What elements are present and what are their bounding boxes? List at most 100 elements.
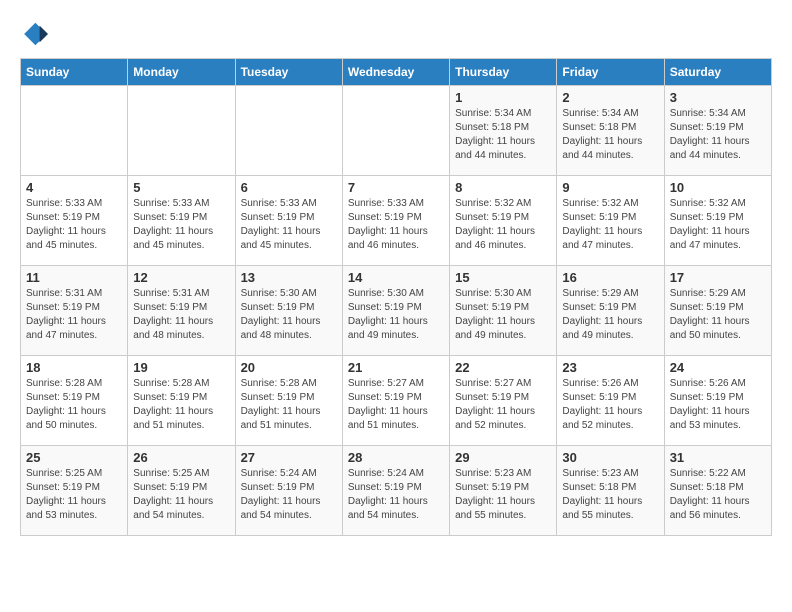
calendar-cell: 15 Sunrise: 5:30 AM Sunset: 5:19 PM Dayli… (450, 266, 557, 356)
day-number: 24 (670, 360, 766, 375)
day-info: Sunrise: 5:29 AM Sunset: 5:19 PM Dayligh… (670, 287, 766, 343)
day-info: Sunrise: 5:26 AM Sunset: 5:19 PM Dayligh… (670, 377, 766, 433)
calendar-cell: 6 Sunrise: 5:33 AM Sunset: 5:19 PM Daylig… (235, 176, 342, 266)
day-info: Sunrise: 5:33 AM Sunset: 5:19 PM Dayligh… (348, 197, 444, 253)
day-number: 26 (133, 450, 229, 465)
day-info: Sunrise: 5:29 AM Sunset: 5:19 PM Dayligh… (562, 287, 658, 343)
day-number: 12 (133, 270, 229, 285)
calendar-cell (21, 86, 128, 176)
day-number: 25 (26, 450, 122, 465)
calendar-cell: 4 Sunrise: 5:33 AM Sunset: 5:19 PM Daylig… (21, 176, 128, 266)
day-info: Sunrise: 5:26 AM Sunset: 5:19 PM Dayligh… (562, 377, 658, 433)
day-info: Sunrise: 5:33 AM Sunset: 5:19 PM Dayligh… (26, 197, 122, 253)
day-info: Sunrise: 5:31 AM Sunset: 5:19 PM Dayligh… (26, 287, 122, 343)
day-number: 2 (562, 90, 658, 105)
day-info: Sunrise: 5:24 AM Sunset: 5:19 PM Dayligh… (241, 467, 337, 523)
day-info: Sunrise: 5:22 AM Sunset: 5:18 PM Dayligh… (670, 467, 766, 523)
calendar-cell: 18 Sunrise: 5:28 AM Sunset: 5:19 PM Dayli… (21, 356, 128, 446)
calendar-cell: 25 Sunrise: 5:25 AM Sunset: 5:19 PM Dayli… (21, 446, 128, 536)
calendar-cell: 9 Sunrise: 5:32 AM Sunset: 5:19 PM Daylig… (557, 176, 664, 266)
calendar-cell: 10 Sunrise: 5:32 AM Sunset: 5:19 PM Dayli… (664, 176, 771, 266)
calendar-cell (342, 86, 449, 176)
day-info: Sunrise: 5:25 AM Sunset: 5:19 PM Dayligh… (26, 467, 122, 523)
day-number: 22 (455, 360, 551, 375)
day-number: 8 (455, 180, 551, 195)
day-number: 23 (562, 360, 658, 375)
calendar-cell (128, 86, 235, 176)
logo (20, 20, 52, 48)
day-number: 27 (241, 450, 337, 465)
day-info: Sunrise: 5:34 AM Sunset: 5:18 PM Dayligh… (562, 107, 658, 163)
day-info: Sunrise: 5:32 AM Sunset: 5:19 PM Dayligh… (455, 197, 551, 253)
day-info: Sunrise: 5:33 AM Sunset: 5:19 PM Dayligh… (133, 197, 229, 253)
calendar-cell: 22 Sunrise: 5:27 AM Sunset: 5:19 PM Dayli… (450, 356, 557, 446)
day-info: Sunrise: 5:31 AM Sunset: 5:19 PM Dayligh… (133, 287, 229, 343)
day-number: 9 (562, 180, 658, 195)
page-header (20, 20, 772, 48)
calendar-cell: 30Sunrise: 5:23 AM Sunset: 5:18 PM Dayli… (557, 446, 664, 536)
day-number: 1 (455, 90, 551, 105)
day-header-monday: Monday (128, 59, 235, 86)
day-number: 31 (670, 450, 766, 465)
calendar-cell: 5 Sunrise: 5:33 AM Sunset: 5:19 PM Daylig… (128, 176, 235, 266)
day-number: 21 (348, 360, 444, 375)
day-header-thursday: Thursday (450, 59, 557, 86)
day-info: Sunrise: 5:30 AM Sunset: 5:19 PM Dayligh… (455, 287, 551, 343)
day-header-friday: Friday (557, 59, 664, 86)
day-number: 10 (670, 180, 766, 195)
day-number: 7 (348, 180, 444, 195)
day-number: 6 (241, 180, 337, 195)
day-info: Sunrise: 5:28 AM Sunset: 5:19 PM Dayligh… (26, 377, 122, 433)
week-row-1: 1 Sunrise: 5:34 AM Sunset: 5:18 PM Daylig… (21, 86, 772, 176)
day-info: Sunrise: 5:27 AM Sunset: 5:19 PM Dayligh… (455, 377, 551, 433)
day-info: Sunrise: 5:30 AM Sunset: 5:19 PM Dayligh… (241, 287, 337, 343)
calendar-cell: 27 Sunrise: 5:24 AM Sunset: 5:19 PM Dayli… (235, 446, 342, 536)
day-number: 14 (348, 270, 444, 285)
day-info: Sunrise: 5:32 AM Sunset: 5:19 PM Dayligh… (562, 197, 658, 253)
day-header-tuesday: Tuesday (235, 59, 342, 86)
day-number: 28 (348, 450, 444, 465)
day-info: Sunrise: 5:34 AM Sunset: 5:18 PM Dayligh… (455, 107, 551, 163)
day-number: 29 (455, 450, 551, 465)
day-number: 11 (26, 270, 122, 285)
calendar-cell: 7 Sunrise: 5:33 AM Sunset: 5:19 PM Daylig… (342, 176, 449, 266)
day-info: Sunrise: 5:28 AM Sunset: 5:19 PM Dayligh… (241, 377, 337, 433)
day-info: Sunrise: 5:23 AM Sunset: 5:19 PM Dayligh… (455, 467, 551, 523)
day-info: Sunrise: 5:30 AM Sunset: 5:19 PM Dayligh… (348, 287, 444, 343)
day-info: Sunrise: 5:23 AM Sunset: 5:18 PM Dayligh… (562, 467, 658, 523)
day-number: 18 (26, 360, 122, 375)
calendar-cell: 3 Sunrise: 5:34 AM Sunset: 5:19 PM Daylig… (664, 86, 771, 176)
day-info: Sunrise: 5:32 AM Sunset: 5:19 PM Dayligh… (670, 197, 766, 253)
logo-icon (20, 20, 48, 48)
day-number: 13 (241, 270, 337, 285)
calendar-cell: 17 Sunrise: 5:29 AM Sunset: 5:19 PM Dayli… (664, 266, 771, 356)
day-number: 17 (670, 270, 766, 285)
calendar-cell: 14 Sunrise: 5:30 AM Sunset: 5:19 PM Dayli… (342, 266, 449, 356)
calendar-cell: 2 Sunrise: 5:34 AM Sunset: 5:18 PM Daylig… (557, 86, 664, 176)
calendar-cell: 28 Sunrise: 5:24 AM Sunset: 5:19 PM Dayli… (342, 446, 449, 536)
calendar-cell: 8 Sunrise: 5:32 AM Sunset: 5:19 PM Daylig… (450, 176, 557, 266)
day-number: 4 (26, 180, 122, 195)
day-header-sunday: Sunday (21, 59, 128, 86)
day-info: Sunrise: 5:33 AM Sunset: 5:19 PM Dayligh… (241, 197, 337, 253)
day-number: 5 (133, 180, 229, 195)
calendar-cell: 11 Sunrise: 5:31 AM Sunset: 5:19 PM Dayli… (21, 266, 128, 356)
calendar-cell (235, 86, 342, 176)
day-info: Sunrise: 5:27 AM Sunset: 5:19 PM Dayligh… (348, 377, 444, 433)
day-info: Sunrise: 5:25 AM Sunset: 5:19 PM Dayligh… (133, 467, 229, 523)
calendar-cell: 29 Sunrise: 5:23 AM Sunset: 5:19 PM Dayli… (450, 446, 557, 536)
day-number: 15 (455, 270, 551, 285)
day-info: Sunrise: 5:24 AM Sunset: 5:19 PM Dayligh… (348, 467, 444, 523)
week-row-5: 25 Sunrise: 5:25 AM Sunset: 5:19 PM Dayli… (21, 446, 772, 536)
day-number: 20 (241, 360, 337, 375)
calendar-header-row: SundayMondayTuesdayWednesdayThursdayFrid… (21, 59, 772, 86)
calendar-cell: 12 Sunrise: 5:31 AM Sunset: 5:19 PM Dayli… (128, 266, 235, 356)
calendar-cell: 19Sunrise: 5:28 AM Sunset: 5:19 PM Dayli… (128, 356, 235, 446)
day-number: 3 (670, 90, 766, 105)
calendar-cell: 31 Sunrise: 5:22 AM Sunset: 5:18 PM Dayli… (664, 446, 771, 536)
day-number: 19 (133, 360, 229, 375)
day-info: Sunrise: 5:34 AM Sunset: 5:19 PM Dayligh… (670, 107, 766, 163)
calendar-cell: 21 Sunrise: 5:27 AM Sunset: 5:19 PM Dayli… (342, 356, 449, 446)
calendar-table: SundayMondayTuesdayWednesdayThursdayFrid… (20, 58, 772, 536)
calendar-cell: 20 Sunrise: 5:28 AM Sunset: 5:19 PM Dayli… (235, 356, 342, 446)
